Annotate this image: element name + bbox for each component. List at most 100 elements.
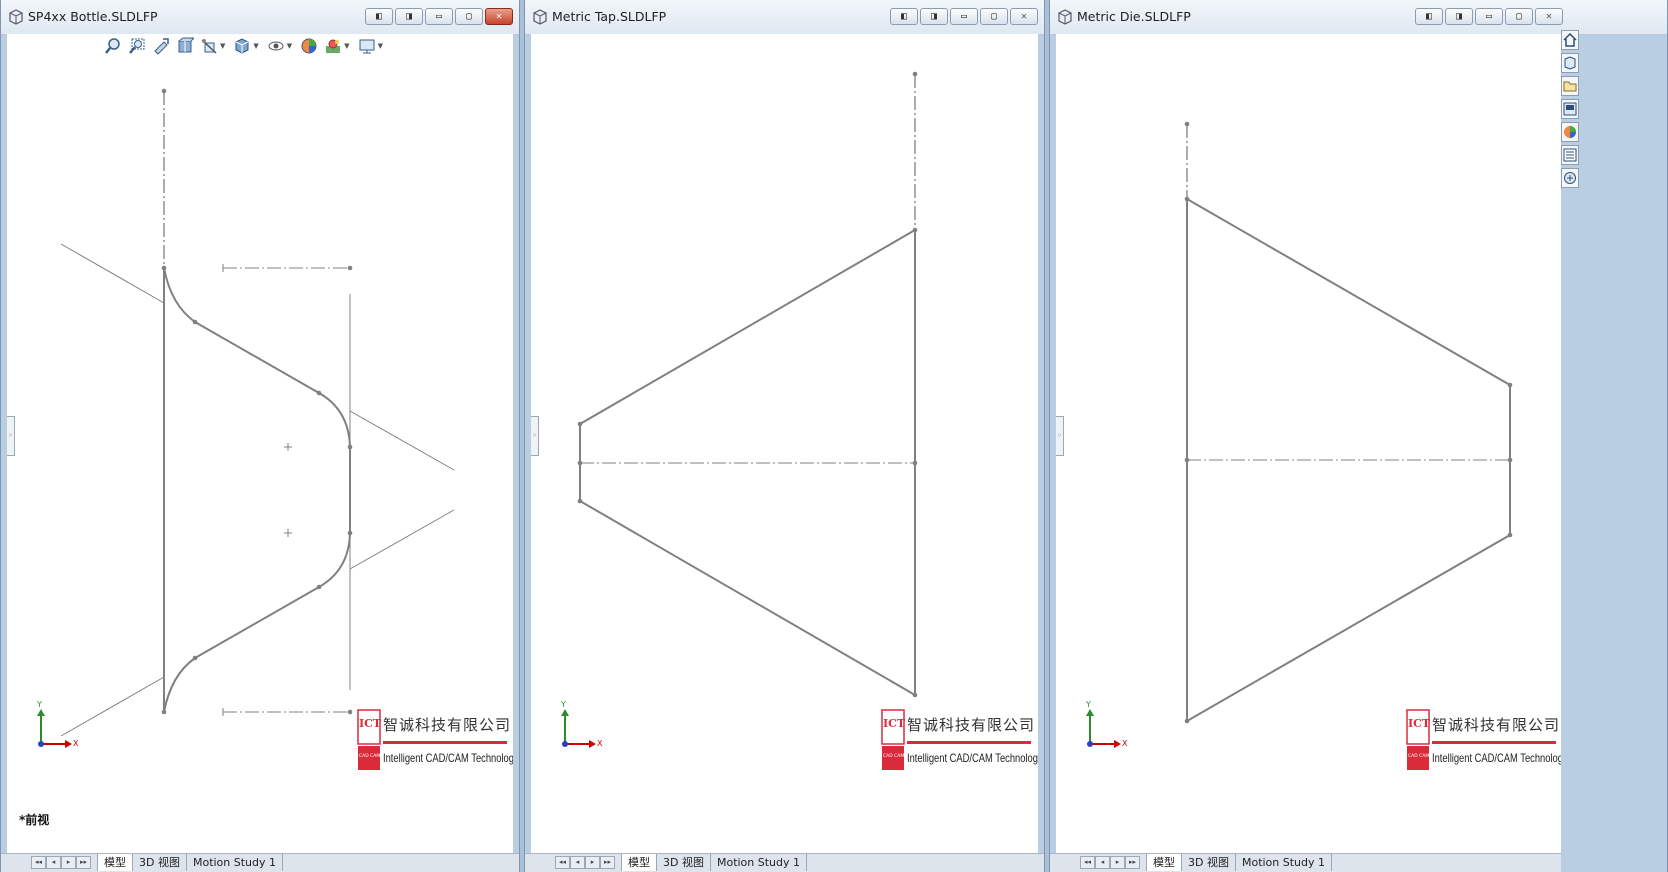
- sketch-point: [912, 692, 918, 698]
- minimize-button[interactable]: ▭: [425, 8, 453, 25]
- tile-right-button[interactable]: ◨: [1445, 8, 1473, 25]
- profile-arc: [318, 532, 351, 588]
- tile-right-button[interactable]: ◨: [395, 8, 423, 25]
- tab-nav-prev-button[interactable]: ◂: [1095, 856, 1110, 869]
- feature-manager-collapse-handle[interactable]: ◦: [531, 416, 539, 456]
- company-logo: ICT CAD CAM 智诚科技有限公司 Intelligent CAD/CAM…: [1406, 708, 1561, 772]
- sketch-point: [161, 709, 167, 715]
- tab-nav-first-button[interactable]: ◂◂: [555, 856, 570, 869]
- title-bar[interactable]: SP4xx Bottle.SLDLFP ◧ ◨ ▭ ▢ ✕: [1, 0, 519, 35]
- document-window-bottle[interactable]: SP4xx Bottle.SLDLFP ◧ ◨ ▭ ▢ ✕ ▼ ▼ ▼ ▼ ▼: [0, 0, 520, 872]
- profile-line: [194, 586, 320, 659]
- feature-manager-collapse-handle[interactable]: ◦: [7, 416, 15, 456]
- triad-y-label: Y: [561, 700, 566, 709]
- window-title: Metric Die.SLDLFP: [1077, 9, 1191, 24]
- sketch-point: [577, 498, 583, 504]
- restore-button[interactable]: ▢: [1505, 8, 1533, 25]
- sketch-point: [1507, 457, 1513, 463]
- title-bar[interactable]: Metric Tap.SLDLFP ◧ ◨ ▭ ▢ ✕: [525, 0, 1044, 35]
- tile-left-button[interactable]: ◧: [890, 8, 918, 25]
- tab-motion-study[interactable]: Motion Study 1: [711, 854, 808, 871]
- view-orientation-label: *前视: [19, 813, 50, 827]
- tab-3d-view[interactable]: 3D 视图: [657, 854, 711, 871]
- logo-divider: [907, 741, 1031, 744]
- minimize-button[interactable]: ▭: [950, 8, 978, 25]
- forum-icon[interactable]: [1561, 168, 1579, 188]
- tab-motion-study[interactable]: Motion Study 1: [187, 854, 284, 871]
- sketch-point: [347, 709, 353, 715]
- logo-mark: ICT: [1408, 717, 1431, 730]
- feature-manager-collapse-handle[interactable]: ◦: [1056, 416, 1064, 456]
- close-button[interactable]: ✕: [485, 8, 513, 25]
- tab-nav-last-button[interactable]: ▸▸: [76, 856, 91, 869]
- restore-button[interactable]: ▢: [980, 8, 1008, 25]
- sketch-point: [1507, 382, 1513, 388]
- triad-y-label: Y: [37, 700, 42, 709]
- close-button[interactable]: ✕: [1535, 8, 1563, 25]
- sketch-point: [192, 655, 198, 661]
- profile-arc: [318, 392, 351, 448]
- sketch-point: [192, 319, 198, 325]
- graphics-area[interactable]: Y X ICT CAD CAM 智诚科技有限公司 Intelligent CAD…: [1056, 34, 1561, 854]
- arc-center-mark: [284, 529, 292, 537]
- tab-nav-first-button[interactable]: ◂◂: [1080, 856, 1095, 869]
- graphics-area[interactable]: ▼ ▼ ▼ ▼ ▼ Y X ICT CAD CAM 智诚科技有限公司 Intel…: [7, 34, 513, 854]
- sketch-point: [1184, 718, 1190, 724]
- document-window-metric-tap[interactable]: Metric Tap.SLDLFP ◧ ◨ ▭ ▢ ✕ Y X ICT CAD …: [524, 0, 1045, 872]
- minimize-button[interactable]: ▭: [1475, 8, 1503, 25]
- sketch-point: [1507, 532, 1513, 538]
- file-explorer-icon[interactable]: [1561, 76, 1579, 96]
- tab-model[interactable]: 模型: [621, 854, 657, 871]
- close-button[interactable]: ✕: [1010, 8, 1038, 25]
- tab-motion-study[interactable]: Motion Study 1: [1236, 854, 1333, 871]
- tab-nav-first-button[interactable]: ◂◂: [31, 856, 46, 869]
- sketch-point: [316, 390, 322, 396]
- tab-3d-view[interactable]: 3D 视图: [133, 854, 187, 871]
- sketch-point: [1184, 121, 1190, 127]
- model-tabs-bar: ◂◂ ◂ ▸ ▸▸ 模型 3D 视图 Motion Study 1: [1050, 853, 1561, 872]
- view-palette-icon[interactable]: [1561, 99, 1579, 119]
- restore-button[interactable]: ▢: [455, 8, 483, 25]
- triad-x-label: X: [1122, 739, 1128, 748]
- appearances-icon[interactable]: [1561, 122, 1579, 142]
- construction-line: [349, 509, 455, 570]
- company-logo: ICT CAD CAM 智诚科技有限公司 Intelligent CAD/CAM…: [357, 708, 513, 772]
- tab-3d-view[interactable]: 3D 视图: [1182, 854, 1236, 871]
- design-library-icon[interactable]: [1561, 53, 1579, 73]
- window-title: Metric Tap.SLDLFP: [552, 9, 667, 24]
- sketch-point: [912, 227, 918, 233]
- logo-divider: [383, 741, 507, 744]
- sketch-point: [347, 444, 353, 450]
- home-icon[interactable]: [1561, 30, 1579, 50]
- tab-nav-last-button[interactable]: ▸▸: [1125, 856, 1140, 869]
- sketch-point: [912, 71, 918, 77]
- reference-triad: Y X: [559, 700, 603, 750]
- sketch-point: [577, 421, 583, 427]
- tab-model[interactable]: 模型: [1146, 854, 1182, 871]
- window-title: SP4xx Bottle.SLDLFP: [28, 9, 158, 24]
- tab-nav-prev-button[interactable]: ◂: [46, 856, 61, 869]
- custom-properties-icon[interactable]: [1561, 145, 1579, 165]
- logo-english-name: Intelligent CAD/CAM Technology Ltd.: [907, 751, 1038, 765]
- construction-line: [60, 243, 165, 304]
- document-window-metric-die[interactable]: Metric Die.SLDLFP ◧ ◨ ▭ ▢ ✕ Y X ICT CAD …: [1049, 0, 1668, 872]
- task-pane-tabs: [1561, 30, 1579, 188]
- tab-nav-next-button[interactable]: ▸: [585, 856, 600, 869]
- sketch-point: [912, 460, 918, 466]
- tile-left-button[interactable]: ◧: [1415, 8, 1443, 25]
- sketch-point: [347, 265, 353, 271]
- triad-x-label: X: [73, 739, 79, 748]
- tile-right-button[interactable]: ◨: [920, 8, 948, 25]
- tab-nav-last-button[interactable]: ▸▸: [600, 856, 615, 869]
- graphics-area[interactable]: Y X ICT CAD CAM 智诚科技有限公司 Intelligent CAD…: [531, 34, 1038, 854]
- tab-nav-prev-button[interactable]: ◂: [570, 856, 585, 869]
- sketch-point: [316, 584, 322, 590]
- profile-arc: [163, 267, 196, 323]
- tab-nav-next-button[interactable]: ▸: [1110, 856, 1125, 869]
- logo-mark-sub: CAD CAM: [883, 754, 905, 759]
- tab-model[interactable]: 模型: [97, 854, 133, 871]
- tab-nav-next-button[interactable]: ▸: [61, 856, 76, 869]
- model-tabs-bar: ◂◂ ◂ ▸ ▸▸ 模型 3D 视图 Motion Study 1: [525, 853, 1044, 872]
- logo-english-name: Intelligent CAD/CAM Technology Ltd.: [383, 751, 513, 765]
- tile-left-button[interactable]: ◧: [365, 8, 393, 25]
